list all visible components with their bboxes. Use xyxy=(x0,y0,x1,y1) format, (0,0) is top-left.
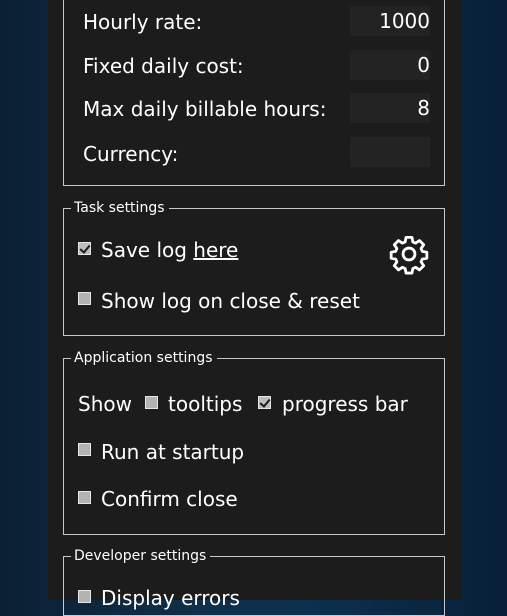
developer-settings-title: Developer settings xyxy=(71,548,211,564)
hourly-rate-label: Hourly rate: xyxy=(83,10,203,34)
show-log-label: Show log on close & reset xyxy=(101,289,360,313)
show-label: Show xyxy=(78,392,132,416)
fixed-daily-cost-field[interactable]: 0 xyxy=(350,50,430,80)
task-settings-title: Task settings xyxy=(71,200,169,216)
fixed-daily-cost-label: Fixed daily cost: xyxy=(83,54,244,78)
tooltips-checkbox[interactable] xyxy=(145,396,158,409)
max-daily-billable-field[interactable]: 8 xyxy=(350,93,430,123)
hourly-rate-field[interactable]: 1000 xyxy=(350,6,430,36)
confirm-close-checkbox[interactable] xyxy=(78,491,91,504)
progress-bar-label: progress bar xyxy=(282,392,408,416)
save-log-checkbox[interactable] xyxy=(78,242,91,255)
gear-icon[interactable] xyxy=(388,233,430,275)
confirm-close-label: Confirm close xyxy=(101,487,238,511)
currency-label: Currency: xyxy=(83,142,179,166)
progress-bar-checkbox[interactable] xyxy=(258,396,271,409)
display-errors-label: Display errors xyxy=(101,586,240,610)
save-log-label: Save log here xyxy=(101,237,238,263)
save-log-link[interactable]: here xyxy=(193,238,238,262)
run-at-startup-label: Run at startup xyxy=(101,440,245,464)
application-settings-title: Application settings xyxy=(71,350,217,366)
show-log-checkbox[interactable] xyxy=(78,292,91,305)
max-daily-billable-label: Max daily billable hours: xyxy=(83,97,327,121)
run-at-startup-checkbox[interactable] xyxy=(78,443,91,456)
save-log-text: Save log xyxy=(101,238,187,262)
currency-field[interactable] xyxy=(350,137,430,167)
tooltips-label: tooltips xyxy=(168,392,243,416)
display-errors-checkbox[interactable] xyxy=(78,590,91,603)
